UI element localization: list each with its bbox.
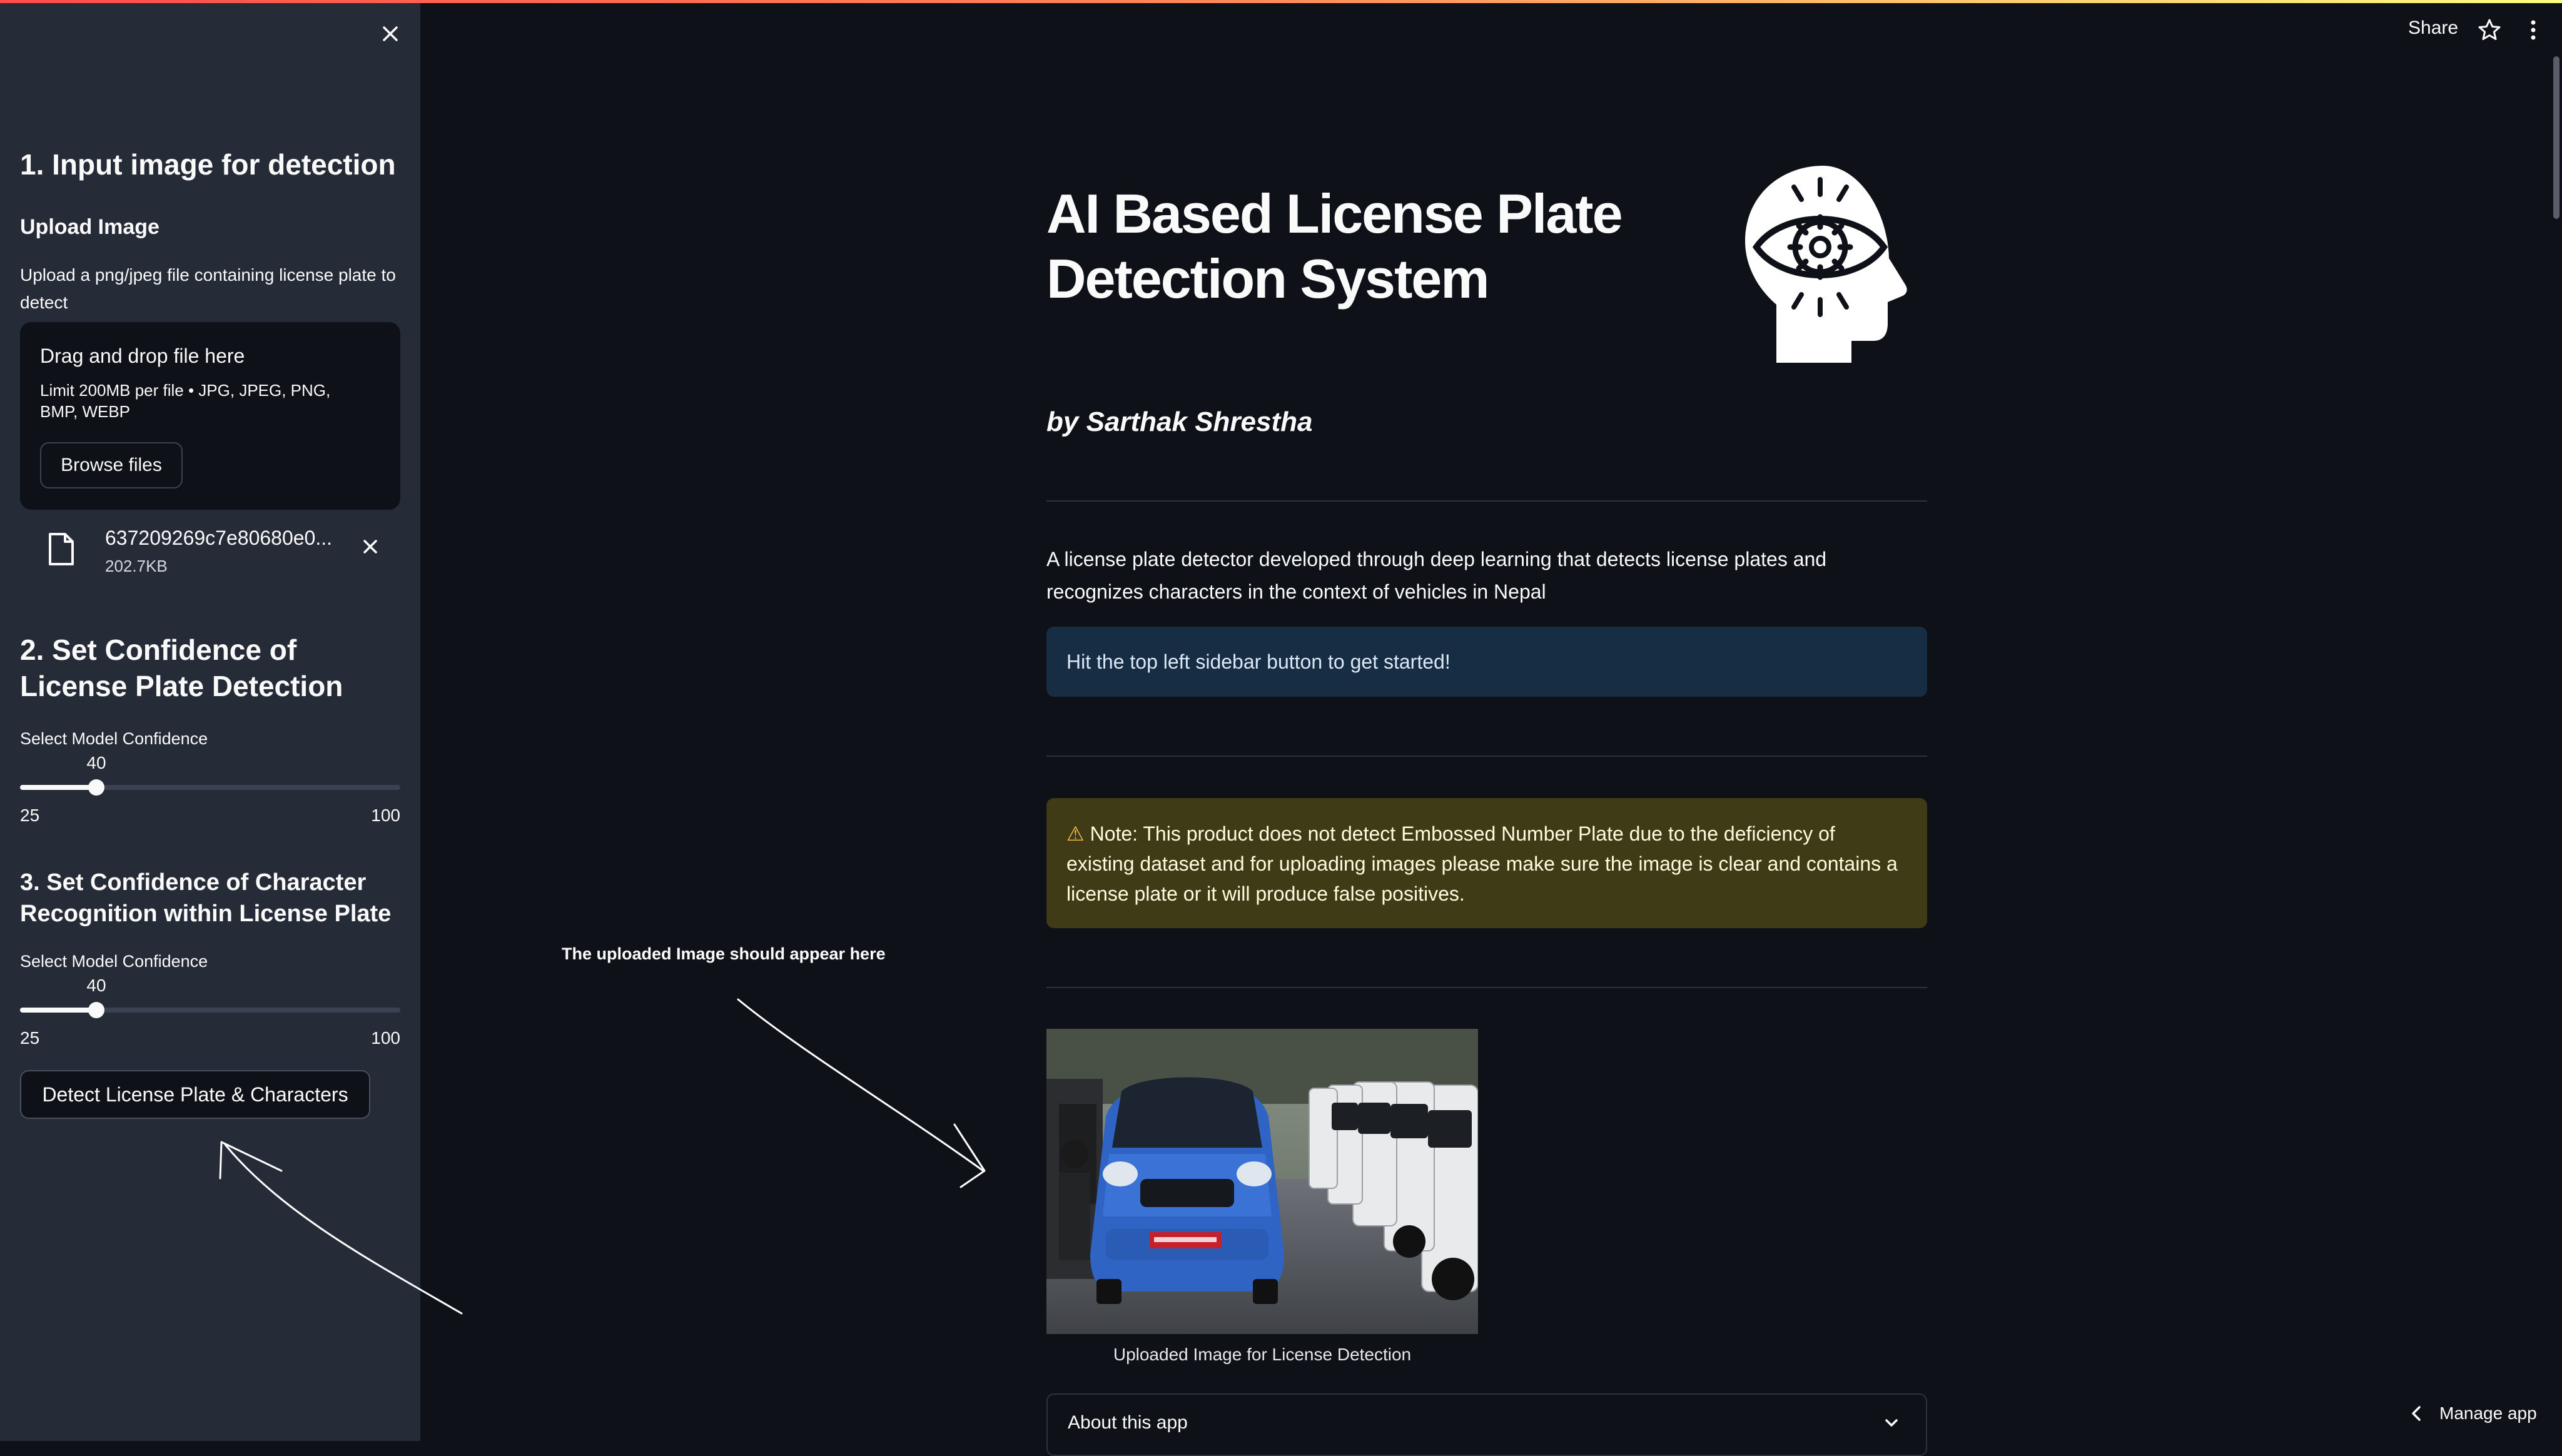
plate-confidence-slider[interactable]: Select Model Confidence 40 25 100: [20, 729, 400, 825]
more-menu-icon[interactable]: [2527, 18, 2539, 43]
dropzone-limit: Limit 200MB per file • JPG, JPEG, PNG, B…: [40, 381, 331, 421]
ai-eye-head-icon: [1745, 166, 1907, 363]
file-dropzone[interactable]: Drag and drop file here Limit 200MB per …: [20, 322, 400, 510]
remove-file-icon[interactable]: [358, 534, 383, 559]
section-3-title: 3. Set Confidence of Character Recogniti…: [20, 869, 392, 927]
close-icon[interactable]: [378, 21, 403, 46]
divider: [1046, 756, 1927, 757]
divider: [1046, 500, 1927, 502]
info-message: Hit the top left sidebar button to get s…: [1046, 627, 1927, 697]
share-button[interactable]: Share: [2408, 18, 2458, 39]
slider-thumb[interactable]: [88, 1002, 104, 1018]
slider-max: 100: [371, 806, 400, 825]
slider-fill: [20, 785, 96, 790]
dropzone-title: Drag and drop file here: [40, 345, 245, 367]
upload-label: Upload Image: [20, 215, 159, 239]
slider-fill: [20, 1008, 96, 1013]
app-description: A license plate detector developed throu…: [1046, 548, 1827, 603]
star-icon[interactable]: [2477, 18, 2502, 43]
section-2-title: 2. Set Confidence of License Plate Detec…: [20, 634, 343, 702]
top-decoration-bar: [0, 0, 2562, 3]
slider-min: 25: [20, 806, 40, 825]
divider: [1046, 987, 1927, 988]
file-icon: [49, 533, 74, 565]
about-expander[interactable]: About this app: [1046, 1393, 1927, 1456]
page-title: AI Based License Plate Detection System: [1046, 183, 1623, 310]
slider-max: 100: [371, 1028, 400, 1048]
character-confidence-slider[interactable]: Select Model Confidence 40 25 100: [20, 952, 400, 1048]
uploaded-car-image: [1046, 1029, 1478, 1334]
chevron-down-icon: [1885, 1419, 1898, 1427]
scrollbar[interactable]: [2553, 56, 2559, 219]
detect-button[interactable]: Detect License Plate & Characters: [20, 1070, 370, 1119]
browse-files-button[interactable]: Browse files: [40, 442, 183, 488]
image-caption: Uploaded Image for License Detection: [1113, 1345, 1412, 1364]
slider-track[interactable]: [20, 1008, 400, 1013]
warning-text: Note: This product does not detect Embos…: [1066, 822, 1898, 905]
warning-message: ⚠ Note: This product does not detect Emb…: [1046, 798, 1927, 928]
slider-value: 40: [86, 753, 106, 772]
slider-track[interactable]: [20, 785, 400, 790]
upload-help-text: Upload a png/jpeg file containing licens…: [20, 265, 396, 312]
warning-icon: ⚠: [1066, 822, 1085, 845]
author-byline: by Sarthak Shrestha: [1046, 407, 1313, 437]
slider-min: 25: [20, 1028, 40, 1048]
file-size: 202.7KB: [105, 557, 168, 575]
file-name: 637209269c7e80680e0...: [105, 527, 333, 549]
slider-label: Select Model Confidence: [20, 729, 208, 748]
slider-value: 40: [86, 976, 106, 995]
manage-app-button[interactable]: Manage app: [2439, 1403, 2537, 1423]
section-1-title: 1. Input image for detection: [20, 148, 396, 181]
chevron-left-icon[interactable]: [2408, 1403, 2426, 1423]
expander-label: About this app: [1068, 1412, 1188, 1433]
slider-thumb[interactable]: [88, 779, 104, 796]
uploaded-file-item: 637209269c7e80680e0... 202.7KB: [20, 519, 400, 582]
slider-label: Select Model Confidence: [20, 952, 208, 971]
annotation-text: The uploaded Image should appear here: [562, 944, 886, 963]
sidebar: 1. Input image for detection Upload Imag…: [0, 0, 420, 1441]
